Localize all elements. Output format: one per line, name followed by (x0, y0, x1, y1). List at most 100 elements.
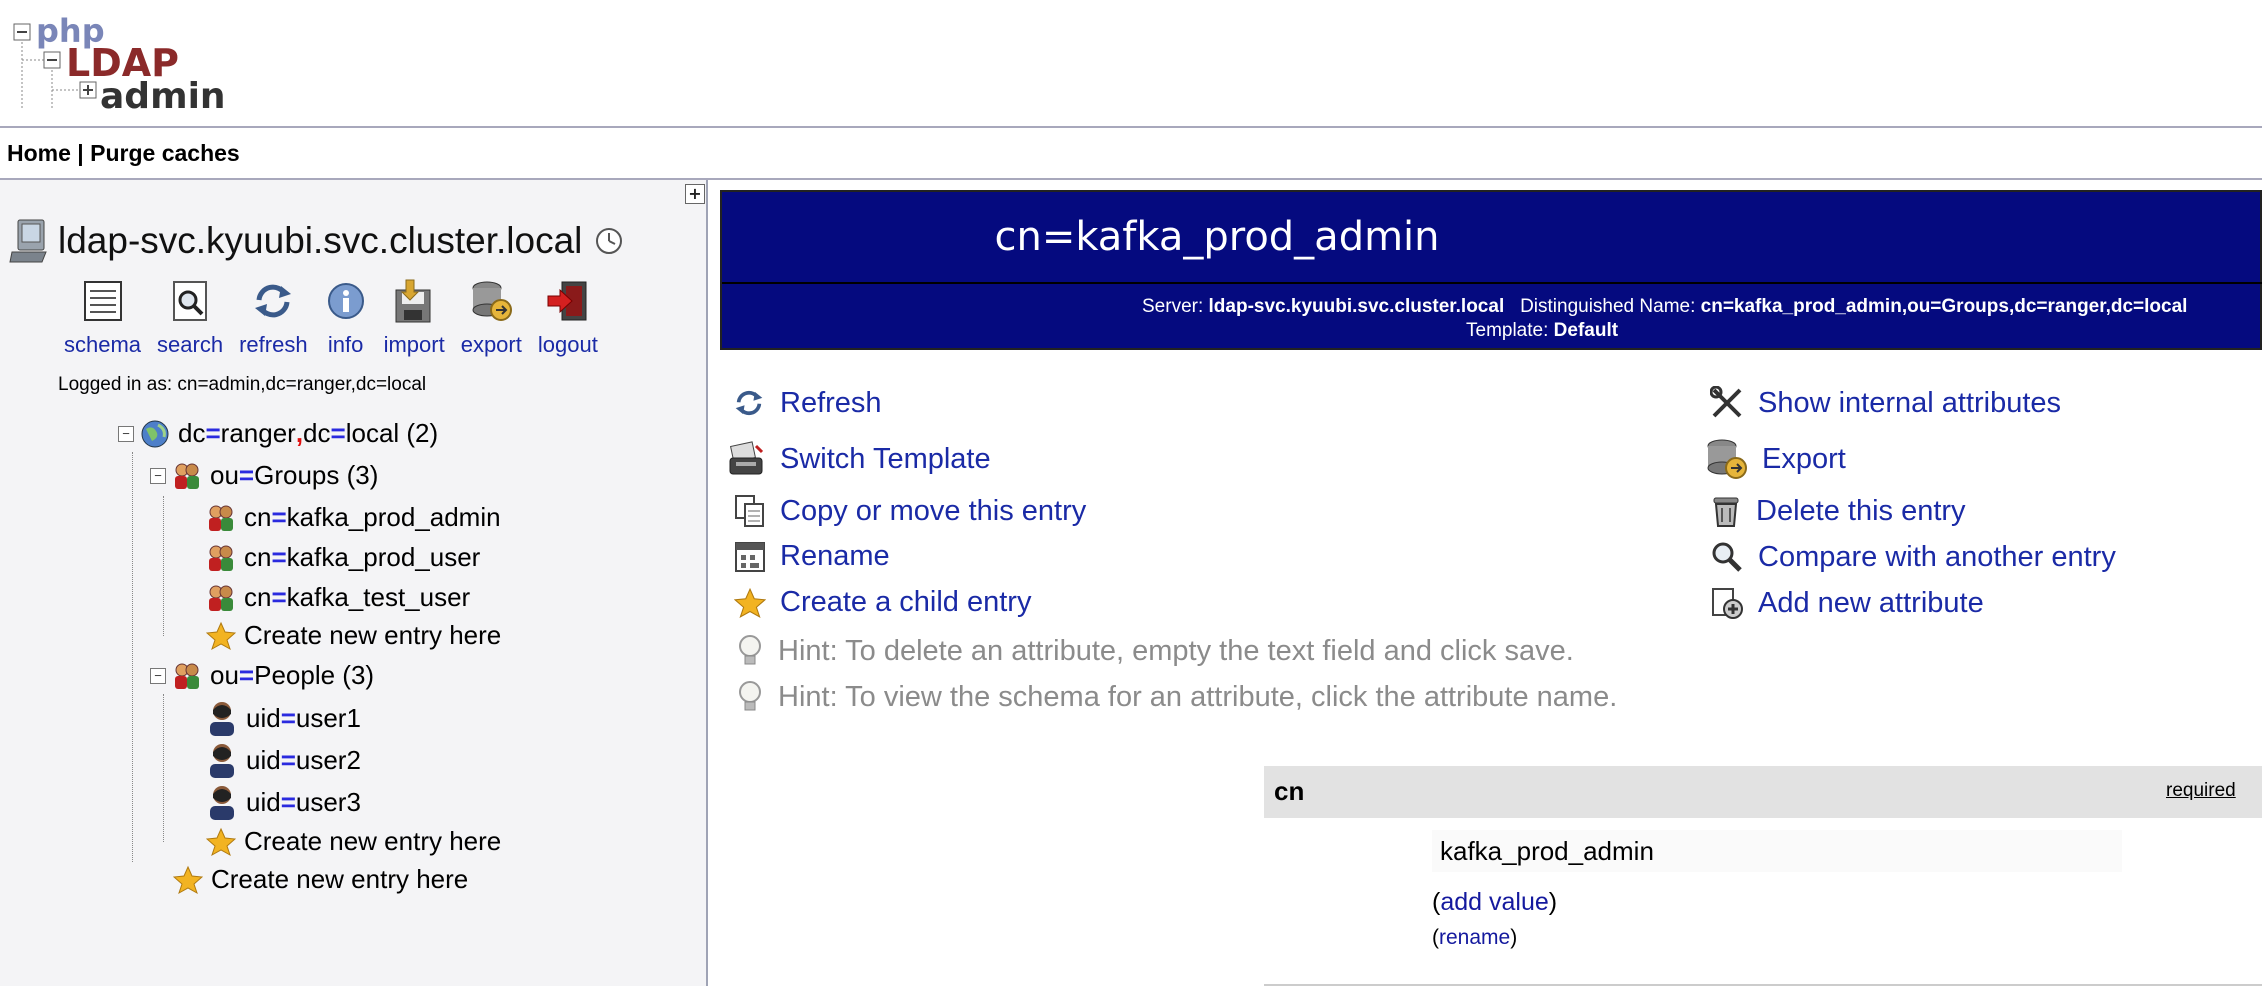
attribute-cn: cn required (add value) (rename) (1264, 766, 2262, 986)
entry-info: Server: ldap-svc.kyuubi.svc.cluster.loca… (1142, 296, 2188, 341)
tree-node-user1[interactable]: uid=user1 (206, 700, 361, 736)
star-icon (206, 621, 236, 650)
rename-attribute-control: (rename) (1432, 926, 1518, 949)
home-link[interactable]: Home (7, 140, 71, 166)
node-value: kafka_prod_user (286, 542, 481, 572)
lightbulb-icon (739, 635, 761, 665)
add-attribute-icon (1712, 588, 1743, 619)
refresh-button[interactable]: refresh (239, 278, 308, 358)
import-label: import (383, 332, 445, 357)
star-icon (206, 827, 236, 856)
refresh-icon (735, 390, 763, 416)
create-entry-label: Create new entry here (244, 620, 502, 650)
show-internal-attributes-action[interactable]: Show internal attributes (1710, 386, 2061, 420)
collapse-icon[interactable]: − (118, 425, 134, 442)
export-icon (472, 281, 513, 321)
switch-template-label: Switch Template (780, 442, 991, 475)
create-entry-groups[interactable]: Create new entry here (206, 620, 501, 651)
tree-node-kafka-prod-user[interactable]: cn=kafka_prod_user (206, 542, 480, 573)
export-button[interactable]: export (461, 278, 522, 358)
tree-node-kafka-test-user[interactable]: cn=kafka_test_user (206, 582, 470, 613)
hint-schema: Hint: To view the schema for an attribut… (736, 680, 1617, 714)
create-entry-people[interactable]: Create new entry here (206, 826, 501, 857)
groups-value: Groups (3) (254, 460, 379, 490)
schema-label: schema (64, 332, 142, 357)
copy-move-action[interactable]: Copy or move this entry (734, 494, 1086, 528)
group-icon (175, 463, 199, 489)
title-divider (722, 282, 2262, 284)
tree-connector (132, 452, 133, 862)
rename-attribute-link[interactable]: rename (1439, 926, 1510, 949)
star-icon (173, 865, 203, 894)
top-nav: Home | Purge caches (7, 140, 240, 167)
dn-label: Distinguished Name: (1520, 296, 1696, 317)
tree-node-people[interactable]: − ou=People (3) (150, 660, 374, 691)
tree-node-groups[interactable]: − ou=Groups (3) (150, 460, 378, 491)
node-key: cn (244, 502, 272, 532)
create-child-action[interactable]: Create a child entry (734, 586, 1031, 619)
user-icon (210, 744, 234, 778)
search-icon (173, 281, 208, 321)
node-key: uid (246, 786, 281, 817)
copy-move-label: Copy or move this entry (780, 494, 1087, 527)
purge-caches-link[interactable]: Purge caches (90, 140, 240, 166)
hint-schema-text: Hint: To view the schema for an attribut… (778, 680, 1618, 713)
search-button[interactable]: search (157, 278, 223, 358)
entry-title-bar: cn=kafka_prod_admin Server: ldap-svc.kyu… (720, 190, 2262, 350)
dn-value: cn=kafka_prod_admin,ou=Groups,dc=ranger,… (1700, 296, 2188, 317)
create-entry-label: Create new entry here (244, 826, 502, 856)
node-key: uid (246, 744, 281, 775)
tree-node-root[interactable]: − dc=ranger,dc=local (2) (118, 418, 438, 449)
phpldapadmin-logo: php LDAP admin (13, 12, 226, 117)
add-attribute-action[interactable]: Add new attribute (1710, 586, 1984, 620)
rename-action[interactable]: Rename (734, 540, 890, 573)
server-value: ldap-svc.kyuubi.svc.cluster.local (1208, 296, 1505, 317)
import-button[interactable]: import (384, 278, 445, 358)
nav-separator: | (70, 140, 91, 166)
user-icon (210, 786, 234, 820)
rename-label: Rename (780, 540, 890, 572)
info-button[interactable]: info (324, 278, 368, 358)
collapse-icon[interactable]: − (150, 467, 166, 484)
root-key-1: dc (178, 418, 206, 448)
create-entry-root[interactable]: Create new entry here (173, 864, 468, 895)
tree-connector (163, 496, 164, 636)
export-action[interactable]: Export (1704, 436, 1846, 482)
logout-label: logout (537, 332, 598, 357)
group-icon (209, 545, 233, 571)
logout-button[interactable]: logout (538, 278, 598, 358)
panel-splitter[interactable] (706, 180, 708, 986)
root-val-2: local (2) (345, 418, 439, 448)
attribute-name[interactable]: cn (1274, 776, 1304, 807)
node-key: uid (246, 702, 281, 733)
root-val-1: ranger (220, 418, 296, 448)
schema-button[interactable]: schema (64, 278, 141, 358)
delete-entry-action[interactable]: Delete this entry (1710, 494, 1966, 528)
user-icon (210, 702, 234, 736)
node-value: user1 (295, 702, 361, 733)
tree-node-user2[interactable]: uid=user2 (206, 742, 361, 778)
tree-connector (163, 694, 164, 842)
group-icon (209, 505, 233, 531)
group-icon (175, 663, 199, 689)
info-label: info (327, 332, 364, 357)
collapse-icon[interactable]: − (150, 667, 166, 684)
switch-template-action[interactable]: Switch Template (726, 440, 991, 478)
refresh-label: refresh (239, 332, 308, 357)
root-key-2: dc (303, 418, 331, 448)
expand-panel-icon[interactable]: + (685, 184, 705, 204)
tree-node-kafka-prod-admin[interactable]: cn=kafka_prod_admin (206, 502, 501, 533)
compare-entry-action[interactable]: Compare with another entry (1710, 540, 2116, 574)
attribute-value-input[interactable] (1432, 830, 2122, 872)
tree-node-user3[interactable]: uid=user3 (206, 784, 361, 820)
people-value: People (3) (254, 660, 375, 690)
header-divider (0, 126, 2262, 128)
add-value-link[interactable]: add value (1440, 888, 1548, 916)
node-value: user3 (295, 786, 361, 817)
tools-icon (1710, 386, 1742, 418)
logout-icon (547, 281, 587, 321)
refresh-action[interactable]: Refresh (732, 386, 882, 420)
search-label: search (157, 332, 224, 357)
node-key: cn (244, 542, 272, 572)
lightbulb-icon (739, 681, 761, 711)
